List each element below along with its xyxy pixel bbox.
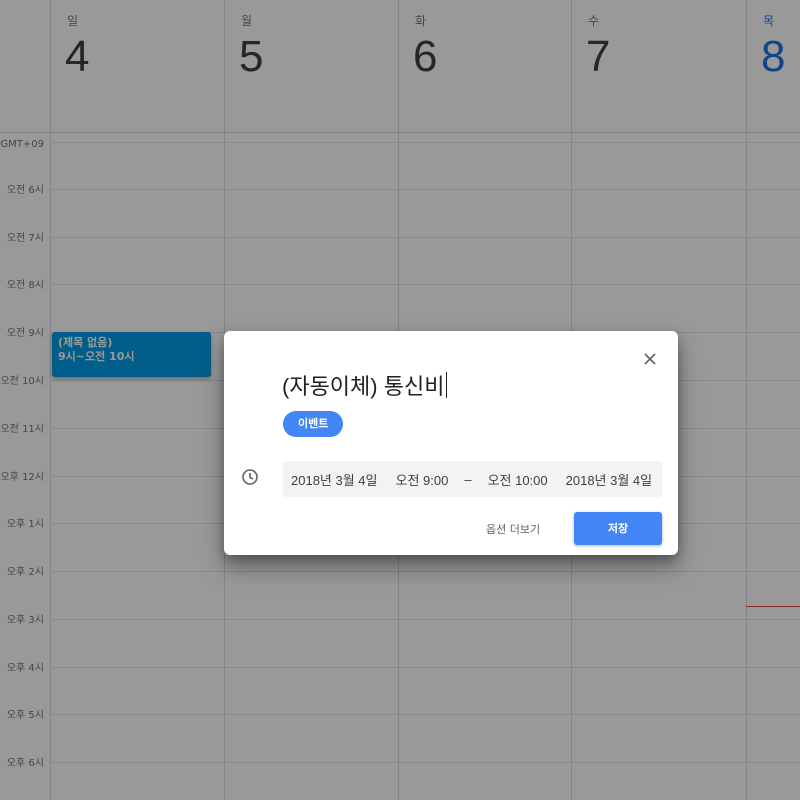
event-type-chip[interactable]: 이벤트 — [283, 411, 344, 437]
more-options-button[interactable]: 옵션 더보기 — [486, 514, 540, 546]
end-time[interactable]: 오전 10:00 — [488, 470, 548, 489]
event-title-value: (자동이체) 통신비 — [282, 374, 445, 399]
clock-icon — [242, 469, 258, 485]
end-date[interactable]: 2018년 3월 4일 — [566, 470, 652, 489]
close-icon — [644, 353, 656, 365]
start-date[interactable]: 2018년 3월 4일 — [291, 470, 377, 489]
text-cursor — [446, 372, 448, 398]
time-separator: – — [464, 471, 472, 487]
datetime-row: 2018년 3월 4일 오전 9:00 – 오전 10:00 2018년 3월 … — [283, 461, 662, 497]
event-title-input[interactable]: (자동이체) 통신비 — [282, 369, 448, 401]
quick-event-dialog: (자동이체) 통신비 이벤트 2018년 3월 4일 오전 9:00 – 오전 … — [224, 331, 678, 555]
close-button[interactable] — [636, 345, 664, 373]
start-time[interactable]: 오전 9:00 — [395, 470, 448, 489]
save-button[interactable]: 저장 — [574, 512, 662, 545]
